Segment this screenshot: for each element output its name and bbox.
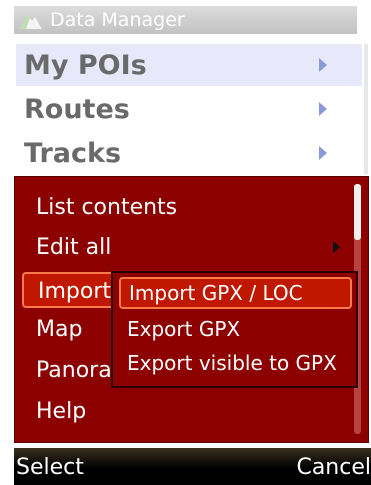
list-item-label: My POIs: [24, 49, 147, 81]
mountain-icon: [20, 15, 42, 29]
menu-item-list-contents[interactable]: List contents: [22, 190, 352, 226]
app-title: Data Manager: [50, 9, 185, 31]
softkey-bar: Select Cancel: [14, 448, 371, 485]
title-bar: Data Manager: [14, 6, 357, 34]
menu-item-label: List contents: [36, 195, 178, 220]
submenu-item-label: Export GPX: [127, 317, 241, 341]
import-submenu: Import GPX / LOC Export GPX Export visib…: [111, 271, 358, 388]
submenu-item-export-gpx[interactable]: Export GPX: [119, 313, 352, 345]
submenu-item-label: Import GPX / LOC: [129, 281, 303, 305]
submenu-item-import-gpx-loc[interactable]: Import GPX / LOC: [119, 277, 352, 309]
chevron-right-icon: [319, 58, 327, 72]
select-softkey[interactable]: Select: [16, 455, 84, 480]
submenu-item-label: Export visible to GPX: [127, 351, 337, 375]
menu-item-label: Map: [36, 317, 83, 342]
menu-scrollbar-thumb[interactable]: [354, 184, 361, 240]
menu-item-label: Edit all: [36, 235, 112, 260]
list-item-routes[interactable]: Routes: [16, 88, 362, 130]
list-scrollbar[interactable]: [364, 44, 368, 174]
list-item-my-pois[interactable]: My POIs: [16, 44, 362, 86]
cancel-softkey[interactable]: Cancel: [296, 455, 371, 480]
menu-item-edit-all[interactable]: Edit all: [22, 230, 352, 266]
list-item-label: Tracks: [24, 137, 122, 169]
list-item-tracks[interactable]: Tracks: [16, 132, 362, 174]
menu-item-label: Import: [38, 279, 112, 304]
chevron-right-icon: [319, 146, 327, 160]
menu-item-help[interactable]: Help: [22, 394, 352, 430]
submenu-arrow-icon: [333, 241, 340, 253]
list-item-label: Routes: [24, 93, 130, 125]
menu-item-label: Help: [36, 399, 87, 424]
chevron-right-icon: [319, 102, 327, 116]
submenu-item-export-visible-gpx[interactable]: Export visible to GPX: [119, 347, 352, 379]
